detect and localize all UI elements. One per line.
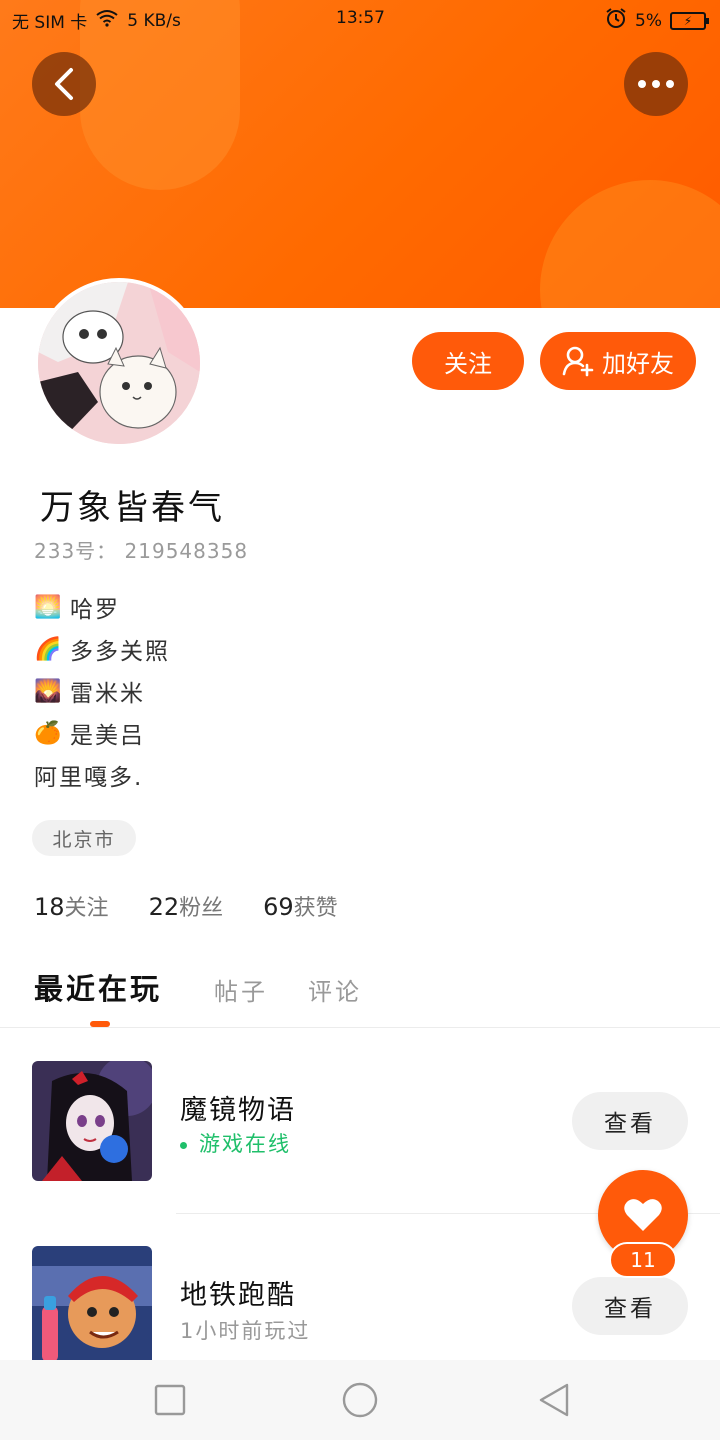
tab-recently-played[interactable]: 最近在玩 xyxy=(34,966,162,1008)
game-status-text: 游戏在线 xyxy=(199,1132,291,1156)
location-tag: 北京市 xyxy=(32,820,136,856)
bio: 🌅 哈罗 🌈 多多关照 🌄 雷米米 🍊 是美吕 阿里嘎多. xyxy=(34,586,170,796)
bio-text: 是美吕 xyxy=(70,723,145,749)
fans-count: 22 xyxy=(148,893,180,921)
triangle-back-icon xyxy=(539,1383,569,1417)
add-friend-label: 加好友 xyxy=(602,349,674,378)
follow-label: 关注 xyxy=(444,349,492,378)
wifi-icon xyxy=(95,9,119,32)
game-status: 游戏在线 xyxy=(180,1128,291,1158)
sunset-icon: 🌄 xyxy=(34,678,64,704)
online-dot-icon xyxy=(180,1141,187,1149)
system-back-button[interactable] xyxy=(534,1380,574,1420)
battery-percent: 5% xyxy=(635,10,662,31)
game-last-played: 1小时前玩过 xyxy=(180,1319,311,1343)
active-tab-indicator xyxy=(90,1021,110,1027)
battery-icon: ⚡ xyxy=(670,11,709,30)
tangerine-icon: 🍊 xyxy=(34,720,64,746)
clock: 13:57 xyxy=(336,8,385,28)
game-icon xyxy=(32,1246,152,1366)
carrier-label: 无 SIM 卡 xyxy=(12,13,88,33)
view-game-button[interactable]: 查看 xyxy=(572,1277,688,1335)
bio-line: 🌄 雷米米 xyxy=(34,670,170,712)
fans-stat[interactable]: 22粉丝 xyxy=(149,890,224,922)
recent-apps-button[interactable] xyxy=(150,1380,190,1420)
likes-count: 69 xyxy=(263,893,294,921)
user-id: 233号： 219548358 xyxy=(34,539,249,563)
more-options-button[interactable] xyxy=(624,52,688,116)
nickname: 万象皆春气 xyxy=(40,488,225,528)
heart-icon xyxy=(624,1199,662,1231)
sunrise-icon: 🌅 xyxy=(34,594,64,620)
game-title: 魔镜物语 xyxy=(180,1095,296,1126)
bio-line: 🌅 哈罗 xyxy=(34,586,170,628)
square-icon xyxy=(154,1384,186,1416)
rainbow-icon: 🌈 xyxy=(34,636,64,662)
system-nav-bar xyxy=(0,1360,720,1440)
view-game-button[interactable]: 查看 xyxy=(572,1092,688,1150)
fans-label: 粉丝 xyxy=(179,896,224,921)
tab-comments[interactable]: 评论 xyxy=(308,972,362,1007)
follow-button[interactable]: 关注 xyxy=(412,332,524,390)
ellipsis-icon xyxy=(638,80,674,88)
following-stat[interactable]: 18关注 xyxy=(34,890,109,922)
back-button[interactable] xyxy=(32,52,96,116)
like-count-badge: 11 xyxy=(609,1242,677,1278)
profile-header-background xyxy=(0,0,720,308)
status-bar: 无 SIM 卡 5 KB/s 13:57 5% ⚡ xyxy=(0,0,720,36)
game-title: 地铁跑酷 xyxy=(180,1280,296,1311)
add-user-icon xyxy=(562,346,594,377)
circle-icon xyxy=(342,1382,378,1418)
bio-line: 🌈 多多关照 xyxy=(34,628,170,670)
game-icon xyxy=(32,1061,152,1181)
network-speed: 5 KB/s xyxy=(127,10,181,31)
alarm-icon xyxy=(605,7,627,34)
likes-stat: 69获赞 xyxy=(263,890,338,922)
likes-label: 获赞 xyxy=(293,896,338,921)
home-button[interactable] xyxy=(340,1380,380,1420)
tab-posts[interactable]: 帖子 xyxy=(214,972,268,1007)
following-label: 关注 xyxy=(64,896,109,921)
bio-text: 雷米米 xyxy=(70,681,145,707)
bio-line: 阿里嘎多. xyxy=(34,754,170,796)
bio-text: 阿里嘎多. xyxy=(34,765,144,791)
profile-tabs: 最近在玩 帖子 评论 xyxy=(0,958,720,1028)
chevron-left-icon xyxy=(55,68,73,100)
add-friend-button[interactable]: 加好友 xyxy=(540,332,696,390)
following-count: 18 xyxy=(34,893,65,921)
avatar[interactable] xyxy=(34,278,204,448)
bio-line: 🍊 是美吕 xyxy=(34,712,170,754)
bio-text: 多多关照 xyxy=(70,639,170,665)
bio-text: 哈罗 xyxy=(70,597,120,623)
profile-stats: 18关注 22粉丝 69获赞 xyxy=(34,890,338,922)
